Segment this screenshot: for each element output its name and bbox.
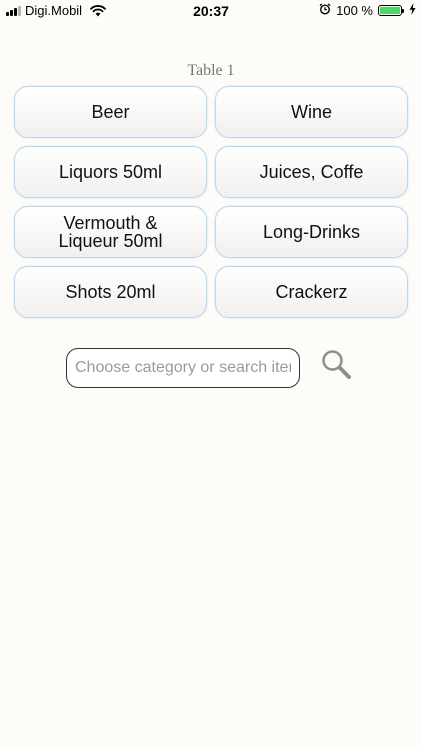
- battery-fill: [380, 7, 400, 14]
- category-button-wine[interactable]: Wine: [215, 86, 408, 138]
- status-bar-right: 100 %: [319, 3, 416, 18]
- search-input[interactable]: [66, 348, 300, 388]
- battery-icon: [378, 5, 404, 16]
- category-button-vermouth-liqueur[interactable]: Vermouth & Liqueur 50ml: [14, 206, 207, 258]
- category-button-long-drinks[interactable]: Long-Drinks: [215, 206, 408, 258]
- search-icon[interactable]: [320, 348, 352, 380]
- battery-percent: 100 %: [336, 3, 373, 18]
- category-button-shots[interactable]: Shots 20ml: [14, 266, 207, 318]
- category-button-crackerz[interactable]: Crackerz: [215, 266, 408, 318]
- charging-icon: [409, 3, 416, 18]
- category-button-juices-coffee[interactable]: Juices, Coffe: [215, 146, 408, 198]
- category-button-beer[interactable]: Beer: [14, 86, 207, 138]
- table-title: Table 1: [187, 62, 235, 79]
- category-button-liquors[interactable]: Liquors 50ml: [14, 146, 207, 198]
- alarm-icon: [319, 3, 331, 18]
- category-grid: Beer Wine Liquors 50ml Juices, Coffe Ver…: [14, 86, 408, 318]
- status-bar: Digi.Mobil 20:37 100 %: [0, 0, 422, 22]
